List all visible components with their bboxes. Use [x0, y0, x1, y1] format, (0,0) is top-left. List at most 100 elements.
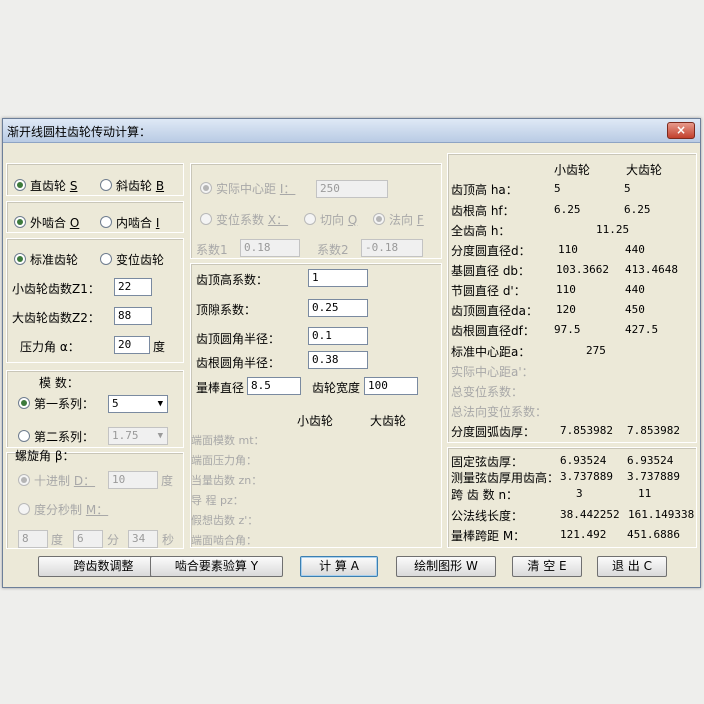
shifted-gear-label[interactable]: 变位齿轮	[116, 251, 164, 268]
decimal-degree-input[interactable]: 10	[108, 471, 158, 489]
title-bar: 渐开线圆柱齿轮传动计算： ×	[3, 119, 700, 143]
dedendum-small: 6.25	[554, 203, 581, 216]
mesh-check-button[interactable]: 啮合要素验算 Y	[150, 556, 283, 577]
coef1-input[interactable]: 0.18	[240, 239, 300, 257]
face-width-input[interactable]: 100	[364, 377, 418, 395]
pitch-arc-large: 7.853982	[627, 424, 680, 437]
series2-select[interactable]: 1.75 ▼	[108, 427, 168, 445]
spur-gear-radio[interactable]	[14, 179, 26, 191]
z1-input[interactable]: 22	[114, 278, 152, 296]
pitch-dia-small: 110	[558, 243, 578, 256]
root-dia-small: 97.5	[554, 323, 581, 336]
tip-radius-input[interactable]: 0.1	[308, 327, 368, 345]
coef2-label: 系数2	[317, 243, 349, 257]
base-tangent-large: 161.149338	[628, 508, 695, 521]
series1-value: 5	[112, 397, 119, 410]
tangent-radio[interactable]	[304, 213, 316, 225]
helical-gear-label[interactable]: 斜齿轮 B	[116, 177, 164, 194]
standard-gear-label[interactable]: 标准齿轮	[30, 251, 78, 268]
internal-mesh-radio[interactable]	[100, 216, 112, 228]
helix-angle-label: 螺旋角 β：	[15, 449, 75, 463]
pitch-arc-small: 7.853982	[560, 424, 613, 437]
shift-coef-radio[interactable]	[200, 213, 212, 225]
shifted-gear-radio[interactable]	[100, 253, 112, 265]
pitch-dia-large: 440	[625, 243, 645, 256]
total-shift-label: 总变位系数：	[451, 385, 524, 399]
window-title: 渐开线圆柱齿轮传动计算：	[7, 125, 152, 139]
tangent-label[interactable]: 切向 Q	[320, 211, 357, 228]
module-label: 模 数：	[39, 376, 79, 390]
right-col-small: 小齿轮	[554, 163, 591, 177]
chevron-down-icon: ▼	[157, 431, 163, 441]
series2-value: 1.75	[112, 429, 139, 442]
chord-small: 6.93524	[560, 454, 607, 467]
base-dia-label: 基圆直径 db：	[451, 264, 531, 278]
addendum-small: 5	[554, 182, 561, 195]
pressure-angle-input[interactable]: 20	[114, 336, 150, 354]
normal-label[interactable]: 法向 F	[389, 211, 424, 228]
base-tangent-label: 公法线长度：	[451, 509, 524, 523]
decimal-label[interactable]: 十进制 D：	[34, 472, 95, 489]
end-mesh-angle-label: 端面啮合角：	[191, 534, 257, 547]
chord-height-small: 3.737889	[560, 470, 613, 483]
z2-input[interactable]: 88	[114, 307, 152, 325]
close-button[interactable]: ×	[667, 122, 695, 139]
root-radius-label: 齿根圆角半径：	[196, 356, 281, 370]
clearance-coef-input[interactable]: 0.25	[308, 299, 368, 317]
second-input[interactable]: 34	[128, 530, 158, 548]
external-mesh-radio[interactable]	[14, 216, 26, 228]
degree-input[interactable]: 8	[18, 530, 48, 548]
exit-button[interactable]: 退 出 C	[597, 556, 667, 577]
shift-coef-label[interactable]: 变位系数 X：	[216, 211, 288, 228]
actual-center-distance-label: 实际中心距a'：	[451, 365, 534, 379]
spur-gear-label[interactable]: 直齿轮 S	[30, 177, 77, 194]
actual-center-input[interactable]: 250	[316, 180, 388, 198]
external-mesh-label[interactable]: 外啮合 O	[30, 214, 79, 231]
root-radius-input[interactable]: 0.38	[308, 351, 368, 369]
std-center-value: 275	[586, 344, 606, 357]
calculate-button[interactable]: 计 算 A	[300, 556, 378, 577]
internal-mesh-label[interactable]: 内啮合 I	[116, 214, 159, 231]
minute-input[interactable]: 6	[73, 530, 103, 548]
pin-diameter-label: 量棒直径	[196, 381, 245, 395]
normal-radio[interactable]	[373, 213, 385, 225]
series1-radio[interactable]	[18, 397, 30, 409]
draw-button[interactable]: 绘制图形 W	[396, 556, 496, 577]
dedendum-large: 6.25	[624, 203, 651, 216]
over-pins-large: 451.6886	[627, 528, 680, 541]
decimal-radio[interactable]	[18, 474, 30, 486]
second-unit: 秒	[162, 533, 175, 547]
addendum-coef-label: 齿顶高系数：	[196, 273, 269, 287]
series1-select[interactable]: 5 ▼	[108, 395, 168, 413]
minute-unit: 分	[107, 533, 120, 547]
end-module-label: 端面模数 mt：	[191, 434, 265, 447]
pressure-angle-unit: 度	[153, 340, 166, 354]
virtual-teeth-label: 假想齿数 z'：	[191, 514, 259, 527]
series1-label[interactable]: 第一系列：	[34, 395, 94, 412]
series2-radio[interactable]	[18, 430, 30, 442]
chord-label: 固定弦齿厚：	[451, 455, 524, 469]
operating-pitch-dia-small: 110	[556, 283, 576, 296]
helical-gear-radio[interactable]	[100, 179, 112, 191]
span-teeth-small: 3	[576, 487, 583, 500]
chord-height-label: 测量弦齿厚用齿高：	[451, 471, 560, 485]
pin-diameter-input[interactable]: 8.5	[247, 377, 301, 395]
actual-center-radio[interactable]	[200, 182, 212, 194]
clear-button[interactable]: 清 空 E	[512, 556, 582, 577]
chord-height-large: 3.737889	[627, 470, 680, 483]
dms-radio[interactable]	[18, 503, 30, 515]
addendum-coef-input[interactable]: 1	[308, 269, 368, 287]
coef2-input[interactable]: -0.18	[361, 239, 423, 257]
dms-label[interactable]: 度分秒制 M：	[34, 501, 108, 518]
right-col-large: 大齿轮	[626, 163, 663, 177]
actual-center-label[interactable]: 实际中心距 I：	[216, 180, 295, 197]
middle-col-small: 小齿轮	[297, 414, 334, 428]
root-dia-label: 齿根圆直径df：	[451, 324, 535, 338]
standard-gear-radio[interactable]	[14, 253, 26, 265]
operating-pitch-dia-label: 节圆直径 d'：	[451, 284, 526, 298]
series2-label[interactable]: 第二系列：	[34, 428, 94, 445]
over-pins-label: 量棒跨距 M：	[451, 529, 526, 543]
whole-depth-label: 全齿高 h：	[451, 224, 511, 238]
total-normal-shift-label: 总法向变位系数：	[451, 405, 548, 419]
tip-dia-large: 450	[625, 303, 645, 316]
